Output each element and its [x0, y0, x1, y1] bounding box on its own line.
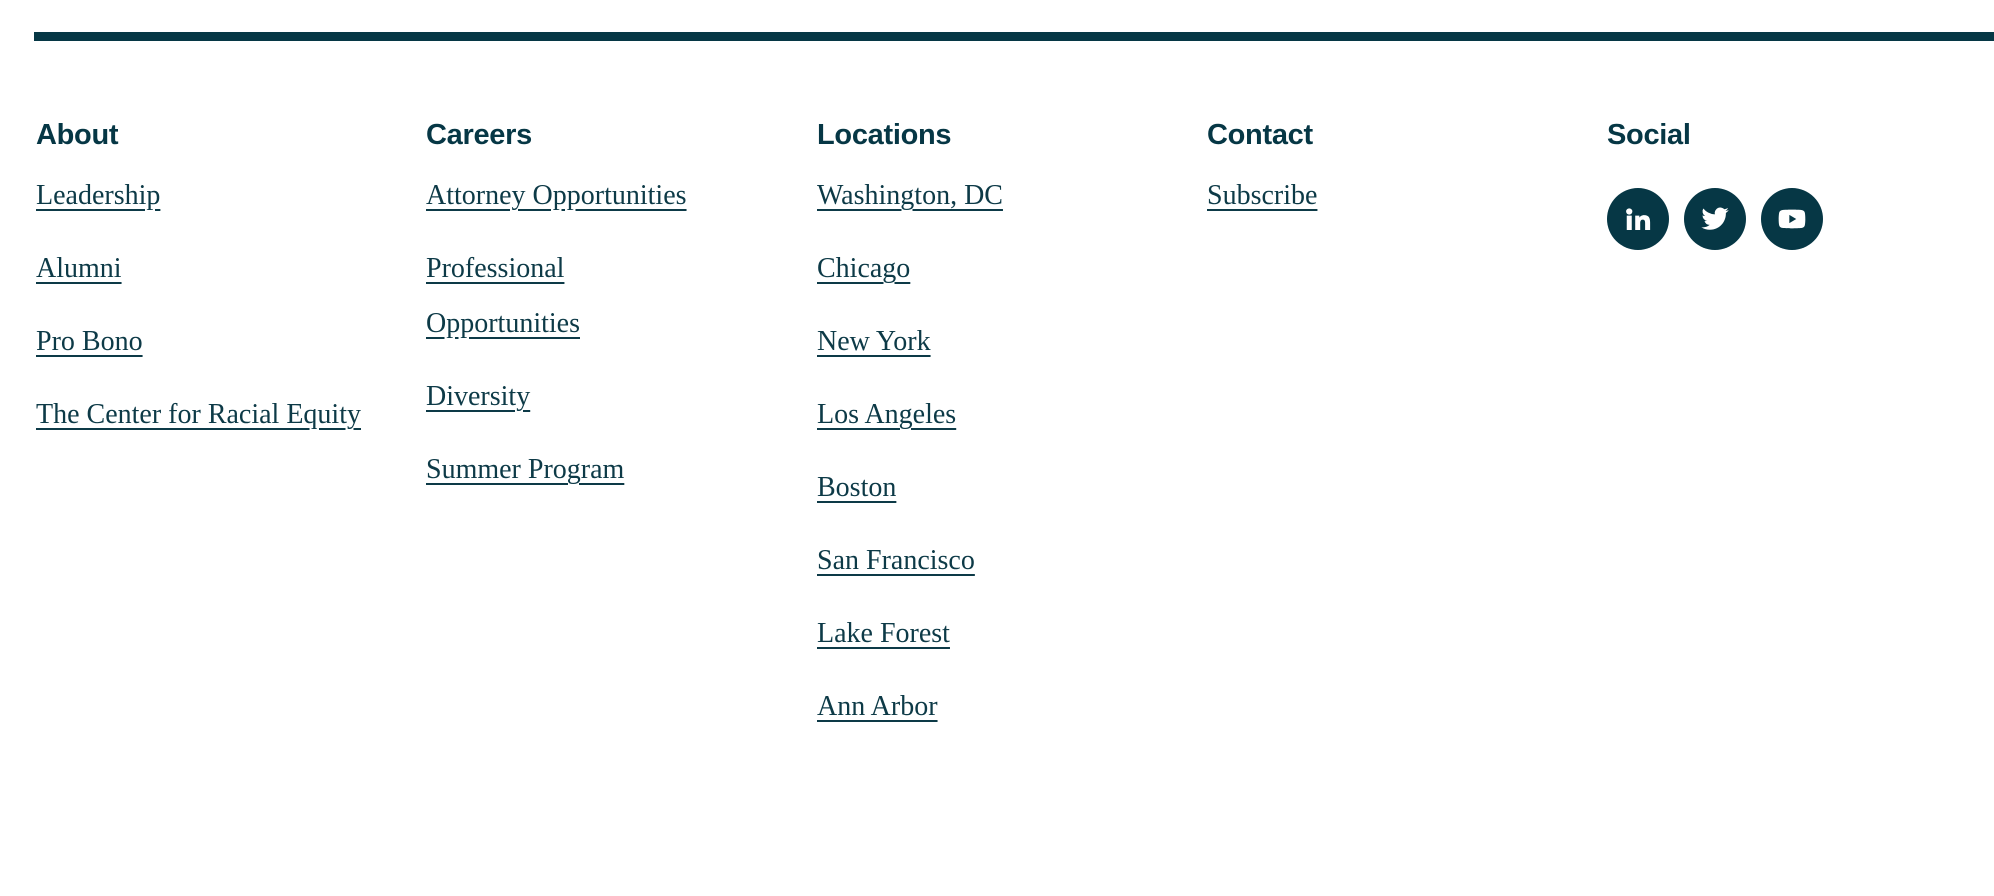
social-icon-row: [1607, 188, 1967, 250]
social-link-youtube[interactable]: [1761, 188, 1823, 250]
footer-link-professional-opportunities[interactable]: Professional Opportunities: [426, 253, 580, 339]
footer-link-center-for-racial-equity[interactable]: The Center for Racial Equity: [36, 399, 361, 430]
list-item: Ann Arbor: [817, 679, 1147, 734]
footer-link-chicago[interactable]: Chicago: [817, 253, 910, 284]
footer-link-subscribe[interactable]: Subscribe: [1207, 180, 1317, 211]
footer-column-heading-about: About: [36, 119, 119, 151]
social-link-twitter[interactable]: [1684, 188, 1746, 250]
list-item: Lake Forest: [817, 606, 1147, 661]
footer-column-heading-social: Social: [1607, 119, 1691, 151]
list-item: Boston: [817, 460, 1147, 515]
list-item: Subscribe: [1207, 168, 1587, 223]
footer-link-columns: About Leadership Alumni Pro Bono The Cen…: [0, 0, 1994, 896]
footer-link-los-angeles[interactable]: Los Angeles: [817, 399, 956, 430]
footer-link-list-locations: Washington, DC Chicago New York Los Ange…: [817, 168, 1147, 734]
footer-link-san-francisco[interactable]: San Francisco: [817, 545, 975, 576]
list-item: Chicago: [817, 241, 1147, 296]
list-item: Diversity: [426, 369, 726, 424]
footer-link-summer-program[interactable]: Summer Program: [426, 454, 624, 485]
youtube-icon: [1776, 203, 1808, 235]
list-item: Washington, DC: [817, 168, 1147, 223]
list-item: The Center for Racial Equity: [36, 387, 416, 442]
list-item: New York: [817, 314, 1147, 369]
footer-link-washington-dc[interactable]: Washington, DC: [817, 180, 1003, 211]
footer-column-about: About Leadership Alumni Pro Bono The Cen…: [36, 118, 416, 442]
footer-link-alumni[interactable]: Alumni: [36, 253, 122, 284]
linkedin-icon: [1623, 204, 1653, 234]
footer-link-new-york[interactable]: New York: [817, 326, 931, 357]
footer-link-attorney-opportunities[interactable]: Attorney Opportunities: [426, 180, 687, 211]
list-item: San Francisco: [817, 533, 1147, 588]
footer-link-boston[interactable]: Boston: [817, 472, 896, 503]
footer-column-heading-locations: Locations: [817, 119, 952, 151]
footer-link-ann-arbor[interactable]: Ann Arbor: [817, 691, 938, 722]
list-item: Summer Program: [426, 442, 726, 497]
footer-column-heading-contact: Contact: [1207, 119, 1313, 151]
footer-link-list-contact: Subscribe: [1207, 168, 1587, 223]
list-item: Professional Opportunities: [426, 241, 641, 351]
list-item: Attorney Opportunities: [426, 168, 726, 223]
footer-link-list-careers: Attorney Opportunities Professional Oppo…: [426, 168, 726, 497]
footer-link-pro-bono[interactable]: Pro Bono: [36, 326, 143, 357]
list-item: Leadership: [36, 168, 416, 223]
twitter-icon: [1700, 204, 1730, 234]
footer-link-list-about: Leadership Alumni Pro Bono The Center fo…: [36, 168, 416, 442]
footer-column-locations: Locations Washington, DC Chicago New Yor…: [817, 118, 1147, 734]
footer-link-leadership[interactable]: Leadership: [36, 180, 160, 211]
footer-column-contact: Contact Subscribe: [1207, 118, 1587, 223]
footer-column-careers: Careers Attorney Opportunities Professio…: [426, 118, 726, 497]
list-item: Alumni: [36, 241, 416, 296]
footer-link-diversity[interactable]: Diversity: [426, 381, 530, 412]
footer-column-social: Social: [1607, 118, 1967, 250]
social-link-linkedin[interactable]: [1607, 188, 1669, 250]
list-item: Los Angeles: [817, 387, 1147, 442]
footer-link-lake-forest[interactable]: Lake Forest: [817, 618, 950, 649]
list-item: Pro Bono: [36, 314, 416, 369]
footer-column-heading-careers: Careers: [426, 119, 532, 151]
